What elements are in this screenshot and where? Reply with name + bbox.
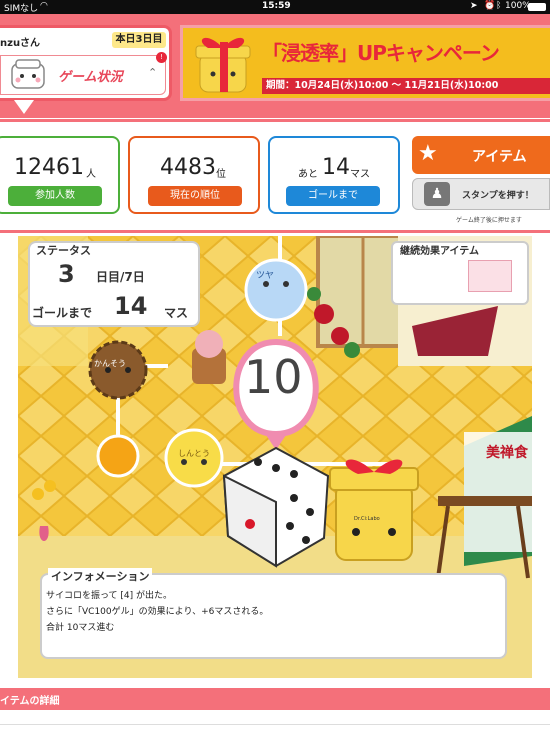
item-detail-label: イテムの詳細 [0, 696, 60, 707]
participants-unit: 人 [86, 169, 96, 180]
rank-value: 4483 [160, 155, 216, 180]
info-line: さらに「VC100ゲル」の効果により、+6マスされる。 [46, 607, 269, 617]
stamp-button-label: スタンプを押す！ [462, 191, 534, 201]
chevron-up-icon: ⌃ [148, 66, 158, 79]
notification-badge: ! [156, 52, 167, 63]
dice-result-bubble: 10 [244, 350, 303, 404]
goal-button[interactable]: ゴールまで [286, 186, 380, 206]
item-button-label: アイテム [472, 149, 527, 165]
status-bar: SIMなし ◠ 15:59 ➤ ⏰ ᛒ 100% [0, 0, 550, 14]
info-title: インフォメーション [48, 568, 153, 584]
rank-button[interactable]: 現在の順位 [148, 186, 242, 206]
clock-text: 15:59 [262, 1, 291, 11]
effect-title: 継続効果アイテム [400, 246, 479, 257]
user-name: nzuさん [0, 38, 41, 49]
banner-title: 「浸透率」UPキャンペーン [262, 41, 500, 65]
battery-icon [528, 3, 546, 11]
stamp-icon: ♟ [424, 182, 450, 206]
battery-text: 100% [505, 1, 531, 11]
node-label-tsuya: ツヤ [256, 271, 275, 281]
participants-button[interactable]: 参加人数 [8, 186, 102, 206]
star-icon: ★ [418, 141, 438, 166]
rank-unit: 位 [216, 169, 226, 180]
bluetooth-icon: ᛒ [496, 1, 502, 11]
status-goal-label: ゴールまで [32, 306, 93, 320]
participants-value: 12461 [14, 155, 84, 180]
gift-jar-icon [195, 37, 251, 93]
stamp-note: ゲーム終了後に押せます [456, 217, 522, 224]
info-line: 合計 10マス進む [46, 623, 115, 633]
status-title: ステータス [36, 244, 91, 257]
detail-content [0, 724, 550, 733]
goal-unit: マス [350, 169, 370, 180]
wifi-icon: ◠ [40, 1, 48, 11]
jar-label: Dr.Ci:Labo [354, 516, 380, 522]
goal-value: 14 [322, 155, 350, 180]
effect-item-icon [468, 260, 512, 292]
status-day-label: 日目/7日 [96, 270, 145, 284]
status-day-number: 3 [58, 260, 75, 288]
game-status-label: ゲーム状況 [58, 70, 123, 85]
info-line: サイコロを振って [4] が出た。 [46, 591, 173, 601]
alarm-icon: ⏰ [484, 1, 496, 11]
divider [0, 119, 550, 122]
item-detail-bar[interactable] [0, 688, 550, 710]
status-masu-label: マス [164, 306, 189, 320]
node-label-kansou: かんそう [94, 359, 126, 368]
location-icon: ➤ [470, 1, 478, 11]
status-remaining: 14 [114, 292, 148, 320]
goal-prefix: あと [298, 169, 318, 180]
node-label-shintou: しんとう [178, 449, 210, 458]
mascot-icon [11, 59, 45, 89]
day-badge: 本日3日目 [112, 32, 166, 48]
product-box-label: 美禅食 [486, 445, 528, 461]
carrier-text: SIMなし [4, 4, 39, 14]
banner-period: 期間：10月24日(水)10:00 ～ 11月21日(水)10:00 [262, 78, 550, 94]
